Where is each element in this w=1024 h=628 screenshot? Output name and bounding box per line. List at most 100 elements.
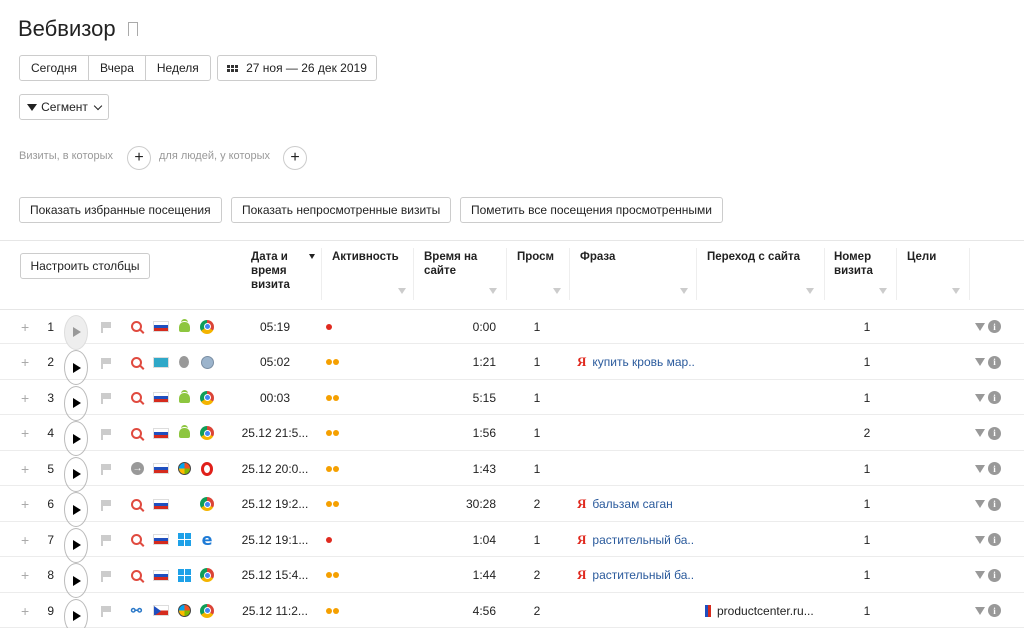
header-visit-number[interactable]: Номер визита <box>834 250 884 278</box>
info-icon[interactable]: i <box>988 451 1002 486</box>
row-number: 7 <box>47 532 54 547</box>
header-datetime[interactable]: Дата и время визита <box>251 250 311 292</box>
favorite-flag-icon[interactable] <box>101 522 111 557</box>
info-icon[interactable]: i <box>988 380 1002 415</box>
search-phrase[interactable]: купить кровь мар... <box>592 355 695 369</box>
show-unviewed-button[interactable]: Показать непросмотренные визиты <box>231 197 452 223</box>
visit-number: 1 <box>863 319 871 334</box>
row-filter-icon[interactable] <box>975 522 985 557</box>
configure-columns-button[interactable]: Настроить столбцы <box>20 253 150 279</box>
views-count: 2 <box>533 497 541 511</box>
time-on-site: 1:44 <box>472 568 496 582</box>
info-icon[interactable]: i <box>988 593 1002 628</box>
favorite-flag-icon[interactable] <box>101 345 111 380</box>
table-row[interactable]: +9 ⚯ 25.12 11:2... 4:56 2 productcenter.ru...… <box>0 593 1024 628</box>
android-icon <box>178 425 190 438</box>
expand-row-icon[interactable]: + <box>21 416 29 451</box>
expand-row-icon[interactable]: + <box>21 451 29 486</box>
info-icon[interactable]: i <box>988 522 1002 557</box>
visit-datetime: 25.12 19:2... <box>241 497 309 511</box>
expand-row-icon[interactable]: + <box>21 345 29 380</box>
expand-row-icon[interactable]: + <box>21 593 29 628</box>
row-filter-icon[interactable] <box>975 487 985 522</box>
opera-icon <box>201 461 213 476</box>
phrase-filter-icon[interactable] <box>680 288 688 294</box>
views-filter-icon[interactable] <box>553 288 561 294</box>
row-filter-icon[interactable] <box>975 416 985 451</box>
referrer-filter-icon[interactable] <box>806 288 814 294</box>
header-goals[interactable]: Цели <box>907 250 936 264</box>
windows-icon <box>177 568 191 582</box>
search-phrase[interactable]: растительный ба... <box>592 533 695 547</box>
header-views[interactable]: Просм <box>517 250 555 264</box>
referrer-link[interactable]: productcenter.ru... <box>717 604 814 618</box>
table-row[interactable]: +8 25.12 15:4... 1:44 2 Ярастительный ба... 1… <box>0 558 1024 598</box>
add-visit-condition-button[interactable]: + <box>127 146 151 170</box>
mark-all-viewed-button[interactable]: Пометить все посещения просмотренными <box>460 197 723 223</box>
table-row[interactable]: +4 25.12 21:5... 1:56 1 2 i <box>0 416 1024 456</box>
favorite-flag-icon[interactable] <box>101 380 111 415</box>
row-filter-icon[interactable] <box>975 345 985 380</box>
favorite-flag-icon[interactable] <box>101 593 111 628</box>
header-activity[interactable]: Активность <box>332 250 399 264</box>
info-icon[interactable]: i <box>988 558 1002 593</box>
table-row[interactable]: +3 00:03 5:15 1 1 i <box>0 380 1024 421</box>
edge-icon: e <box>201 530 213 549</box>
header-time-on-site[interactable]: Время на сайте <box>424 250 494 278</box>
time-filter-icon[interactable] <box>489 288 497 294</box>
row-filter-icon[interactable] <box>975 558 985 593</box>
table-row[interactable]: +5 → 25.12 20:0... 1:43 1 1 i <box>0 451 1024 492</box>
date-range-button[interactable]: 27 ноя — 26 дек 2019 <box>217 55 377 81</box>
table-row[interactable]: +6 25.12 19:2... 30:28 2 Ябальзам саган 1 i <box>0 487 1024 527</box>
row-filter-icon[interactable] <box>975 593 985 628</box>
yandex-icon: Я <box>577 531 587 547</box>
play-visit-button[interactable] <box>64 598 88 628</box>
chevron-down-icon <box>93 101 103 110</box>
expand-row-icon[interactable]: + <box>21 309 29 344</box>
time-on-site: 30:28 <box>465 497 496 511</box>
goals-filter-icon[interactable] <box>952 288 960 294</box>
period-today-button[interactable]: Сегодня <box>20 56 89 80</box>
bookmark-icon[interactable] <box>127 22 138 41</box>
row-number: 6 <box>47 497 54 511</box>
expand-row-icon[interactable]: + <box>21 522 29 557</box>
add-people-condition-button[interactable]: + <box>283 146 307 170</box>
info-icon[interactable]: i <box>988 309 1002 344</box>
header-phrase[interactable]: Фраза <box>580 250 615 264</box>
country-flag-icon <box>153 321 169 332</box>
expand-row-icon[interactable]: + <box>21 487 29 522</box>
period-week-button[interactable]: Неделя <box>146 56 210 80</box>
table-row[interactable]: +1 05:19 0:00 1 1 i <box>0 309 1024 350</box>
search-phrase[interactable]: бальзам саган <box>592 497 672 511</box>
info-icon[interactable]: i <box>988 487 1002 522</box>
visit-datetime: 25.12 11:2... <box>242 603 308 618</box>
header-referrer[interactable]: Переход с сайта <box>707 250 800 264</box>
favorite-flag-icon[interactable] <box>101 487 111 522</box>
android-icon <box>178 389 190 403</box>
row-filter-icon[interactable] <box>975 451 985 486</box>
chrome-icon <box>200 426 214 440</box>
filter-icon <box>27 103 38 111</box>
search-source-icon <box>131 569 142 581</box>
visit-number: 1 <box>863 603 871 618</box>
favorite-flag-icon[interactable] <box>101 309 111 344</box>
period-yesterday-button[interactable]: Вчера <box>89 56 146 80</box>
favorite-flag-icon[interactable] <box>101 416 111 451</box>
row-filter-icon[interactable] <box>975 380 985 415</box>
table-row[interactable]: +2 05:02 1:21 1 Якупить кровь мар... 1 i <box>0 345 1024 385</box>
expand-row-icon[interactable]: + <box>21 380 29 415</box>
favorite-flag-icon[interactable] <box>101 451 111 486</box>
favorite-flag-icon[interactable] <box>101 558 111 593</box>
expand-row-icon[interactable]: + <box>21 558 29 593</box>
search-phrase[interactable]: растительный ба... <box>592 568 695 582</box>
info-icon[interactable]: i <box>988 416 1002 451</box>
segment-button[interactable]: Сегмент <box>19 94 109 120</box>
safari-icon <box>200 355 214 369</box>
sort-desc-icon[interactable] <box>309 254 315 259</box>
visit-number-filter-icon[interactable] <box>879 288 887 294</box>
show-favorites-button[interactable]: Показать избранные посещения <box>19 197 222 223</box>
table-row[interactable]: +7 e 25.12 19:1... 1:04 1 Ярастительный ба...… <box>0 522 1024 563</box>
activity-filter-icon[interactable] <box>398 288 406 294</box>
row-filter-icon[interactable] <box>975 309 985 344</box>
info-icon[interactable]: i <box>988 345 1002 380</box>
